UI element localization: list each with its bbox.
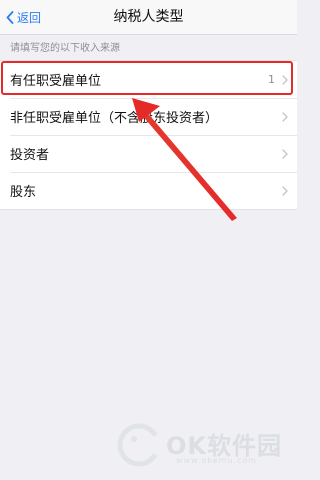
chevron-right-icon: [282, 111, 288, 122]
list-item-count: 1: [268, 73, 275, 86]
list-item-shareholder[interactable]: 股东: [0, 172, 297, 209]
list-item-label: 非任职受雇单位（不含股东投资者）: [10, 111, 219, 126]
navigation-bar: 返回 纳税人类型: [0, 0, 297, 35]
chevron-right-icon: [282, 74, 288, 85]
page-title: 纳税人类型: [113, 9, 184, 25]
list-item-employed[interactable]: 有任职受雇单位 1: [0, 61, 297, 98]
income-source-list: 有任职受雇单位 1 非任职受雇单位（不含股东投资者） 投资者 股东: [0, 60, 297, 210]
chevron-right-icon: [282, 185, 288, 196]
section-header: 请填写您的以下收入来源: [10, 43, 120, 54]
watermark-logo-icon: [117, 423, 162, 467]
list-item-label: 投资者: [10, 148, 50, 163]
watermark-url: www.okemu.com: [176, 456, 258, 465]
list-item-label: 有任职受雇单位: [10, 74, 102, 89]
chevron-right-icon: [282, 148, 288, 159]
list-item-non-employed[interactable]: 非任职受雇单位（不含股东投资者）: [0, 98, 297, 135]
list-item-label: 股东: [10, 185, 37, 200]
list-item-investor[interactable]: 投资者: [0, 135, 297, 172]
watermark: OK软件园 www.okemu.com: [112, 420, 287, 470]
